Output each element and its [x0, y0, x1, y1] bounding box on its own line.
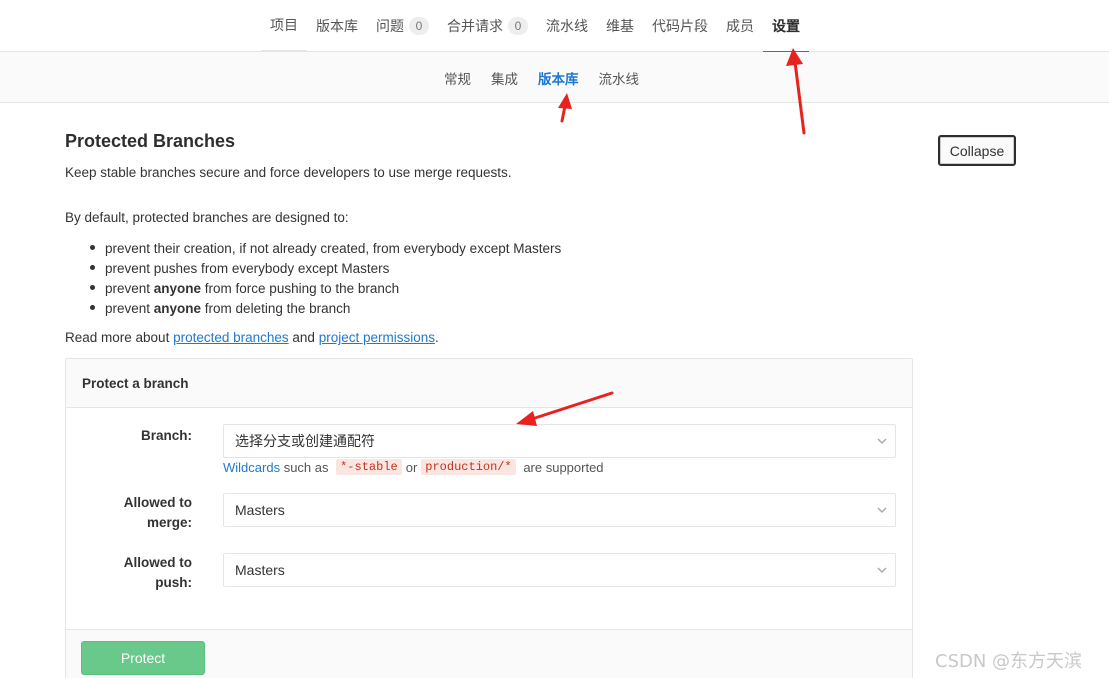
- project-nav: 项目 版本库 问题 0 合并请求 0 流水线 维基 代码片段 成员 设置: [0, 0, 1109, 53]
- allowed-to-push-value: Masters: [235, 562, 285, 578]
- panel-footer: Protect: [66, 629, 912, 678]
- chevron-down-icon: [877, 567, 887, 574]
- branch-label: Branch:: [140, 428, 192, 443]
- list-item: prevent pushes from everybody except Mas…: [85, 260, 561, 280]
- settings-subnav: 常规 集成 版本库 流水线: [0, 52, 1109, 103]
- subnav-tab-general[interactable]: 常规: [434, 52, 481, 103]
- intro-text: By default, protected branches are desig…: [65, 210, 349, 225]
- collapse-button[interactable]: Collapse: [938, 135, 1016, 166]
- section-description: Keep stable branches secure and force de…: [65, 165, 512, 180]
- code-example: production/*: [421, 459, 516, 475]
- wildcards-link[interactable]: Wildcards: [223, 460, 280, 475]
- protected-branches-link[interactable]: protected branches: [173, 330, 289, 345]
- allowed-to-push-label: Allowed to push:: [123, 555, 192, 590]
- panel-header: Protect a branch: [66, 359, 912, 408]
- branch-select-placeholder: 选择分支或创建通配符: [235, 434, 375, 450]
- project-permissions-link[interactable]: project permissions: [319, 330, 435, 345]
- subnav-tab-integrations[interactable]: 集成: [481, 52, 528, 103]
- list-item: prevent their creation, if not already c…: [85, 240, 561, 260]
- chevron-down-icon: [877, 507, 887, 514]
- protection-rules-list: prevent their creation, if not already c…: [85, 240, 561, 320]
- nav-tab-project[interactable]: 项目: [261, 0, 307, 52]
- protect-button[interactable]: Protect: [81, 641, 205, 675]
- branch-select[interactable]: 选择分支或创建通配符: [223, 424, 896, 458]
- chevron-down-icon: [877, 438, 887, 445]
- nav-tab-issues[interactable]: 问题 0: [367, 0, 438, 52]
- watermark: CSDN @东方天滨: [935, 651, 1083, 672]
- nav-tab-snippets[interactable]: 代码片段: [643, 0, 717, 52]
- allowed-to-merge-select[interactable]: Masters: [223, 493, 896, 527]
- list-item: prevent anyone from deleting the branch: [85, 300, 561, 320]
- nav-tab-settings[interactable]: 设置: [763, 0, 809, 53]
- subnav-tab-pipelines[interactable]: 流水线: [589, 52, 650, 103]
- allowed-to-merge-value: Masters: [235, 502, 285, 518]
- subnav-tab-repository[interactable]: 版本库: [528, 52, 589, 103]
- merge-requests-count-badge: 0: [508, 17, 528, 35]
- nav-tab-members[interactable]: 成员: [717, 0, 763, 52]
- section-title: Protected Branches: [65, 131, 236, 151]
- read-more-text: Read more about protected branches and p…: [65, 330, 439, 345]
- nav-tab-pipelines[interactable]: 流水线: [537, 0, 597, 52]
- allowed-to-push-select[interactable]: Masters: [223, 553, 896, 587]
- code-example: *-stable: [336, 459, 402, 475]
- protect-branch-panel: Protect a branch Branch: 选择分支或创建通配符 Wild…: [65, 358, 913, 678]
- wildcards-help: Wildcards such as *-stable or production…: [223, 459, 604, 475]
- allowed-to-merge-label: Allowed to merge:: [123, 495, 192, 530]
- list-item: prevent anyone from force pushing to the…: [85, 280, 561, 300]
- nav-tab-merge-requests[interactable]: 合并请求 0: [438, 0, 537, 52]
- issues-count-badge: 0: [409, 17, 429, 35]
- nav-tab-wiki[interactable]: 维基: [597, 0, 643, 52]
- nav-tab-repository[interactable]: 版本库: [307, 0, 367, 52]
